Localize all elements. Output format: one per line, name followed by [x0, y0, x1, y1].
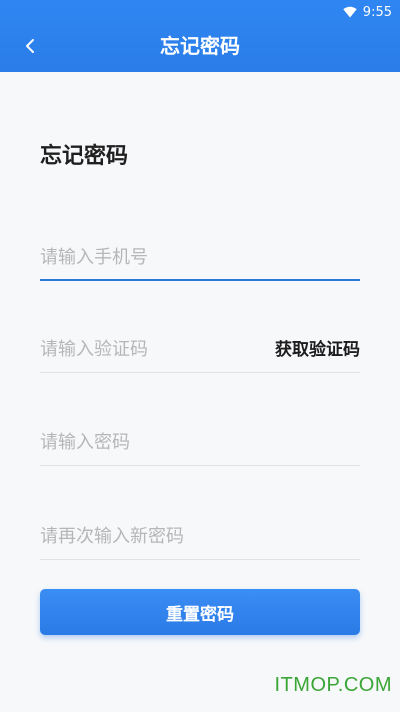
page-title: 忘记密码	[40, 144, 129, 169]
verification-code-input[interactable]	[40, 327, 240, 371]
reset-password-button[interactable]: 重置密码	[40, 589, 360, 635]
app-bar-title: 忘记密码	[160, 34, 240, 58]
phone-input[interactable]	[40, 235, 360, 279]
status-bar: 9:55	[343, 2, 392, 22]
status-time: 9:55	[362, 4, 392, 20]
confirm-password-field	[40, 514, 360, 560]
get-code-button[interactable]: 获取验证码	[275, 335, 360, 360]
code-field: 获取验证码	[40, 327, 360, 373]
watermark: ITMOP.COM	[274, 674, 392, 696]
confirm-password-input[interactable]	[40, 514, 360, 558]
wifi-icon	[343, 6, 357, 18]
phone-field	[40, 235, 360, 281]
password-field	[40, 420, 360, 466]
password-input[interactable]	[40, 420, 360, 464]
app-bar: 9:55 忘记密码	[0, 0, 400, 72]
